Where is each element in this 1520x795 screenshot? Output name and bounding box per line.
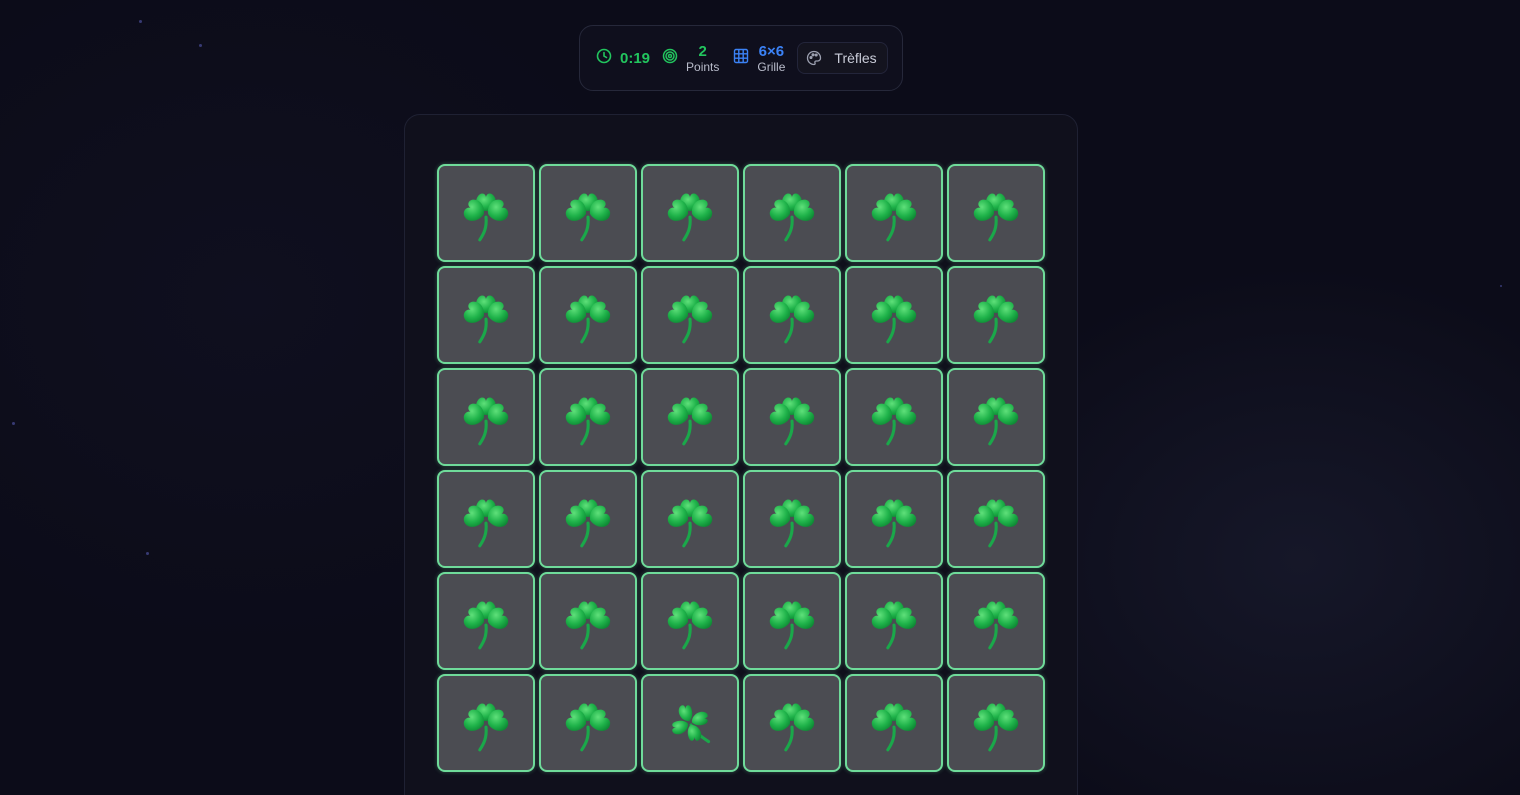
card[interactable] — [437, 266, 535, 364]
card[interactable] — [539, 164, 637, 262]
card[interactable] — [845, 674, 943, 772]
shamrock-icon — [759, 486, 825, 552]
shamrock-icon — [453, 384, 519, 450]
shamrock-icon — [963, 384, 1029, 450]
theme-button[interactable]: Trèfles — [797, 42, 888, 74]
score-value: 2 — [698, 42, 707, 60]
card[interactable] — [845, 266, 943, 364]
shamrock-icon — [657, 384, 723, 450]
shamrock-icon — [555, 588, 621, 654]
grid-icon — [733, 48, 749, 69]
shamrock-icon — [861, 384, 927, 450]
shamrock-icon — [555, 384, 621, 450]
card[interactable] — [845, 164, 943, 262]
shamrock-icon — [963, 588, 1029, 654]
card[interactable] — [947, 674, 1045, 772]
shamrock-icon — [861, 588, 927, 654]
card[interactable] — [947, 470, 1045, 568]
card-grid — [437, 164, 1045, 772]
card[interactable] — [437, 164, 535, 262]
shamrock-icon — [759, 384, 825, 450]
shamrock-icon — [759, 180, 825, 246]
shamrock-icon — [861, 180, 927, 246]
card[interactable] — [641, 266, 739, 364]
shamrock-icon — [555, 180, 621, 246]
shamrock-icon — [657, 486, 723, 552]
shamrock-icon — [963, 486, 1029, 552]
background-star — [12, 422, 15, 425]
card[interactable] — [845, 368, 943, 466]
game-status-bar: 0:19 2 Points 6×6 Grille Trèfles — [579, 25, 903, 91]
clock-icon — [596, 48, 612, 68]
shamrock-icon — [759, 588, 825, 654]
card[interactable] — [437, 674, 535, 772]
grid-size: 6×6 Grille — [733, 44, 785, 73]
background-star — [199, 44, 202, 47]
timer: 0:19 — [596, 48, 650, 68]
shamrock-icon — [555, 282, 621, 348]
card[interactable] — [641, 572, 739, 670]
card[interactable] — [743, 266, 841, 364]
card[interactable] — [947, 368, 1045, 466]
card[interactable] — [845, 470, 943, 568]
card[interactable] — [539, 572, 637, 670]
card[interactable] — [947, 164, 1045, 262]
grid-size-label: Grille — [757, 59, 786, 74]
grid-size-value: 6×6 — [758, 42, 785, 60]
shamrock-icon — [657, 588, 723, 654]
background-star — [139, 20, 142, 23]
card[interactable] — [641, 164, 739, 262]
shamrock-icon — [861, 690, 927, 756]
background-star — [146, 552, 149, 555]
card[interactable] — [539, 368, 637, 466]
target-icon — [662, 48, 678, 69]
card[interactable] — [743, 572, 841, 670]
shamrock-icon — [657, 180, 723, 246]
shamrock-icon — [453, 180, 519, 246]
shamrock-icon — [657, 282, 723, 348]
card[interactable] — [539, 470, 637, 568]
shamrock-icon — [759, 282, 825, 348]
background-star — [1500, 285, 1502, 287]
shamrock-icon — [861, 282, 927, 348]
card[interactable] — [437, 572, 535, 670]
card[interactable] — [641, 674, 739, 772]
card[interactable] — [539, 674, 637, 772]
card[interactable] — [437, 470, 535, 568]
shamrock-icon — [861, 486, 927, 552]
shamrock-icon — [555, 486, 621, 552]
shamrock-icon — [759, 690, 825, 756]
shamrock-icon — [453, 486, 519, 552]
card[interactable] — [947, 266, 1045, 364]
four-leaf-clover-icon — [657, 690, 723, 756]
card[interactable] — [743, 164, 841, 262]
score: 2 Points — [662, 44, 719, 73]
shamrock-icon — [963, 180, 1029, 246]
card[interactable] — [743, 368, 841, 466]
card[interactable] — [845, 572, 943, 670]
shamrock-icon — [555, 690, 621, 756]
card[interactable] — [641, 470, 739, 568]
shamrock-icon — [453, 690, 519, 756]
shamrock-icon — [963, 282, 1029, 348]
score-label: Points — [686, 59, 720, 74]
card[interactable] — [437, 368, 535, 466]
timer-value: 0:19 — [620, 49, 651, 67]
card[interactable] — [641, 368, 739, 466]
card[interactable] — [743, 470, 841, 568]
palette-icon — [806, 50, 822, 66]
shamrock-icon — [453, 588, 519, 654]
shamrock-icon — [453, 282, 519, 348]
card[interactable] — [539, 266, 637, 364]
theme-label: Trèfles — [834, 50, 877, 66]
shamrock-icon — [963, 690, 1029, 756]
card[interactable] — [743, 674, 841, 772]
card[interactable] — [947, 572, 1045, 670]
